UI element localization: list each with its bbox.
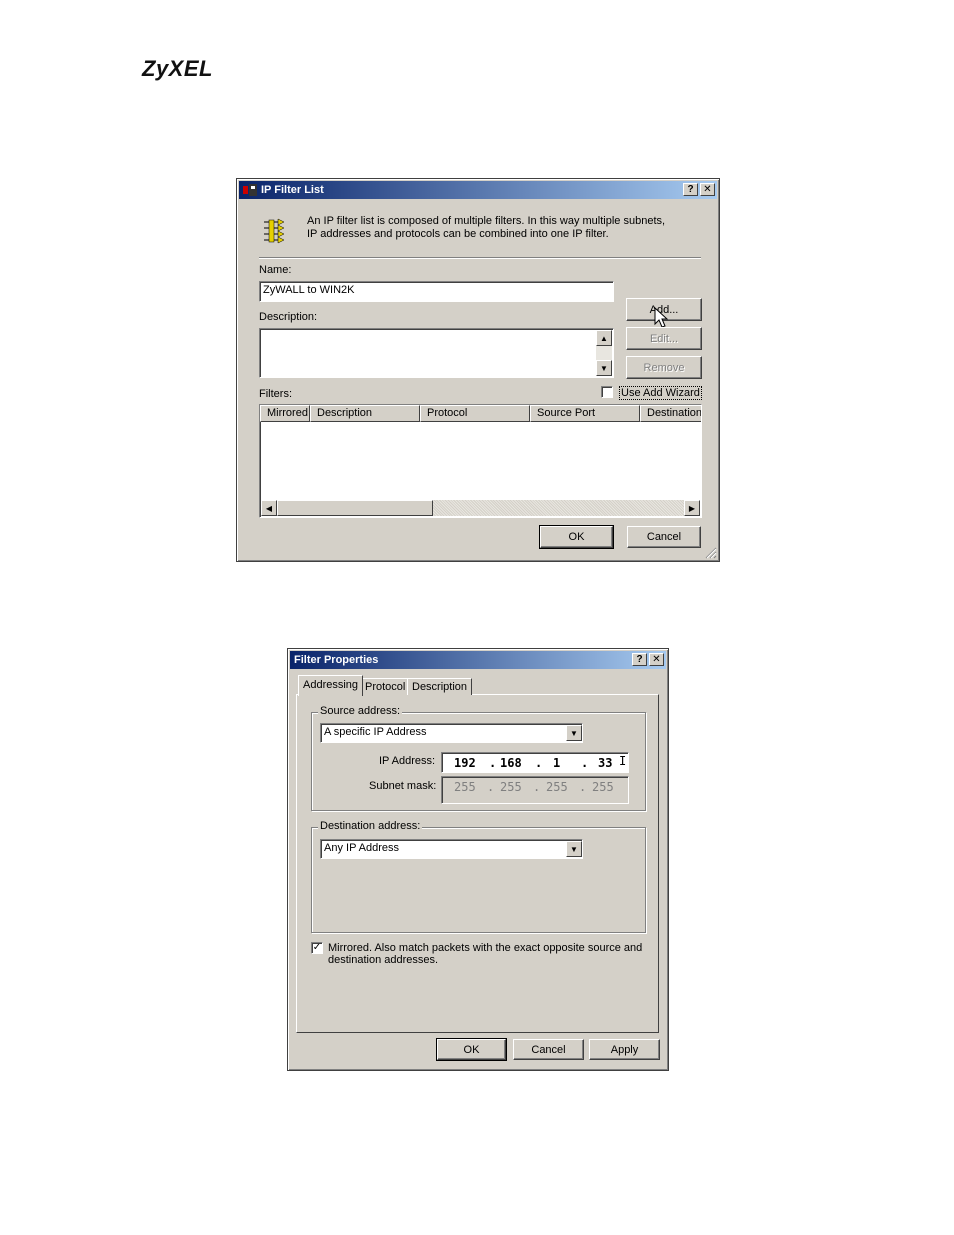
- ip-dot: .: [535, 756, 543, 770]
- filter-list-icon: [261, 217, 287, 248]
- scroll-up-arrow-icon[interactable]: ▲: [596, 330, 612, 346]
- apply-button[interactable]: Apply: [589, 1039, 660, 1060]
- ip-address-label: IP Address:: [379, 755, 436, 767]
- destination-dropdown-arrow-icon[interactable]: ▼: [566, 841, 582, 857]
- destination-address-select[interactable]: Any IP Address: [320, 839, 583, 859]
- ip-dot: .: [489, 756, 497, 770]
- mask-dot: .: [533, 780, 541, 794]
- name-input[interactable]: ZyWALL to WIN2K: [259, 281, 614, 302]
- source-dropdown-arrow-icon[interactable]: ▼: [566, 725, 582, 741]
- destination-address-label: Destination address:: [318, 820, 423, 832]
- zyxel-logo: ZyXEL: [142, 56, 213, 81]
- close-button[interactable]: ✕: [649, 653, 664, 666]
- mask-octet-3: 255: [546, 780, 568, 794]
- ip-filter-list-titlebar[interactable]: IP Filter List ? ✕: [239, 181, 717, 199]
- ip-octet-3[interactable]: 1: [553, 756, 560, 770]
- ip-dot: .: [581, 756, 589, 770]
- mask-octet-2: 255: [500, 780, 522, 794]
- use-add-wizard-checkbox[interactable]: [601, 386, 613, 398]
- mirrored-checkbox[interactable]: ✓: [311, 942, 323, 954]
- help-button[interactable]: ?: [683, 183, 698, 196]
- intro-text: An IP filter list is composed of multipl…: [307, 215, 666, 240]
- column-header-protocol[interactable]: Protocol: [420, 405, 530, 422]
- ok-button[interactable]: OK: [539, 525, 614, 549]
- remove-button[interactable]: Remove: [626, 356, 702, 379]
- column-header-mirrored[interactable]: Mirrored: [260, 405, 310, 422]
- close-button[interactable]: ✕: [700, 183, 715, 196]
- use-add-wizard-label[interactable]: Use Add Wizard: [619, 386, 702, 400]
- resize-grip-icon[interactable]: [705, 547, 717, 559]
- cancel-button[interactable]: Cancel: [627, 526, 701, 548]
- edit-button[interactable]: Edit...: [626, 327, 702, 350]
- scrollbar-thumb[interactable]: [277, 500, 433, 516]
- name-label: Name:: [259, 264, 292, 276]
- mask-dot: .: [487, 780, 495, 794]
- mirrored-label-line-2: destination addresses.: [328, 954, 439, 966]
- ip-filter-list-title: IP Filter List: [261, 184, 324, 196]
- column-header-destination[interactable]: Destination: [640, 405, 701, 422]
- ok-button[interactable]: OK: [436, 1038, 507, 1061]
- filter-properties-title: Filter Properties: [294, 654, 379, 666]
- text-cursor-icon: I: [619, 754, 627, 768]
- cancel-button[interactable]: Cancel: [513, 1039, 584, 1060]
- mask-octet-4: 255: [592, 780, 614, 794]
- source-address-select[interactable]: A specific IP Address: [320, 723, 583, 743]
- tab-description[interactable]: Description: [407, 678, 473, 695]
- ipsec-policy-icon: [243, 184, 257, 196]
- subnet-mask-label: Subnet mask:: [369, 780, 437, 792]
- description-textarea[interactable]: [259, 328, 614, 378]
- subnet-mask-input[interactable]: 255 . 255 . 255 . 255: [441, 776, 629, 804]
- tab-protocol[interactable]: Protocol: [360, 678, 411, 695]
- ip-octet-1[interactable]: 192: [454, 756, 476, 770]
- description-label: Description:: [259, 311, 318, 323]
- ip-filter-list-dialog: IP Filter List ? ✕ An IP filter list is …: [236, 178, 720, 562]
- filter-properties-titlebar[interactable]: Filter Properties ? ✕: [290, 651, 666, 669]
- column-header-source-port[interactable]: Source Port: [530, 405, 640, 422]
- separator: [259, 257, 701, 259]
- horizontal-scrollbar[interactable]: ◀ ▶: [261, 500, 700, 516]
- scroll-right-arrow-icon[interactable]: ▶: [684, 500, 700, 516]
- mirrored-label-line-1[interactable]: Mirrored. Also match packets with the ex…: [328, 942, 642, 954]
- ip-octet-2[interactable]: 168: [500, 756, 522, 770]
- help-button[interactable]: ?: [632, 653, 647, 666]
- column-header-description[interactable]: Description: [310, 405, 420, 422]
- scroll-down-arrow-icon[interactable]: ▼: [596, 360, 612, 376]
- mask-octet-1: 255: [454, 780, 476, 794]
- description-scrollbar[interactable]: ▲ ▼: [596, 330, 612, 376]
- filters-list[interactable]: Mirrored Description Protocol Source Por…: [259, 404, 702, 518]
- mask-dot: .: [579, 780, 587, 794]
- ip-address-input[interactable]: 192 . 168 . 1 . 33 I: [441, 752, 629, 773]
- tab-addressing[interactable]: Addressing: [298, 675, 364, 696]
- source-address-label: Source address:: [318, 705, 403, 717]
- ip-octet-4[interactable]: 33: [598, 756, 612, 770]
- scroll-left-arrow-icon[interactable]: ◀: [261, 500, 277, 516]
- filter-properties-dialog: Filter Properties ? ✕ Addressing Protoco…: [287, 648, 669, 1071]
- filters-label: Filters:: [259, 388, 292, 400]
